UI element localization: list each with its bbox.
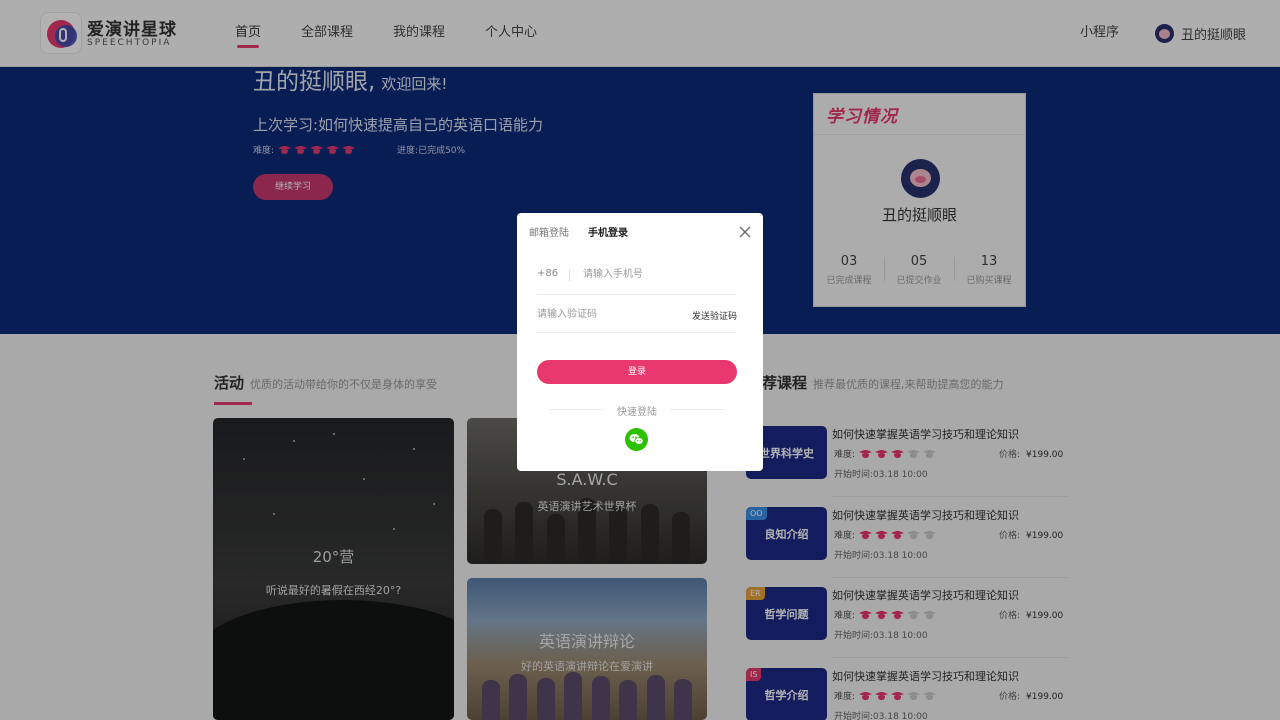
- phone-input[interactable]: [583, 263, 733, 285]
- close-icon[interactable]: [738, 224, 752, 238]
- login-button[interactable]: 登录: [537, 360, 737, 384]
- phone-field: +86: [537, 255, 737, 295]
- login-tabs: 邮箱登陆 手机登录: [529, 224, 647, 239]
- tab-email-login[interactable]: 邮箱登陆: [529, 224, 569, 239]
- login-modal: 邮箱登陆 手机登录 +86 发送验证码 登录 快速登陆: [517, 213, 763, 471]
- quick-login-divider: 快速登陆: [549, 403, 725, 418]
- quick-login-label: 快速登陆: [617, 407, 657, 418]
- wechat-icon[interactable]: [625, 428, 648, 451]
- send-code-button[interactable]: 发送验证码: [692, 309, 737, 322]
- code-field: 发送验证码: [537, 293, 737, 333]
- verification-code-input[interactable]: [537, 303, 677, 325]
- divider: [569, 269, 570, 281]
- country-code[interactable]: +86: [537, 268, 558, 279]
- tab-phone-login[interactable]: 手机登录: [588, 224, 628, 239]
